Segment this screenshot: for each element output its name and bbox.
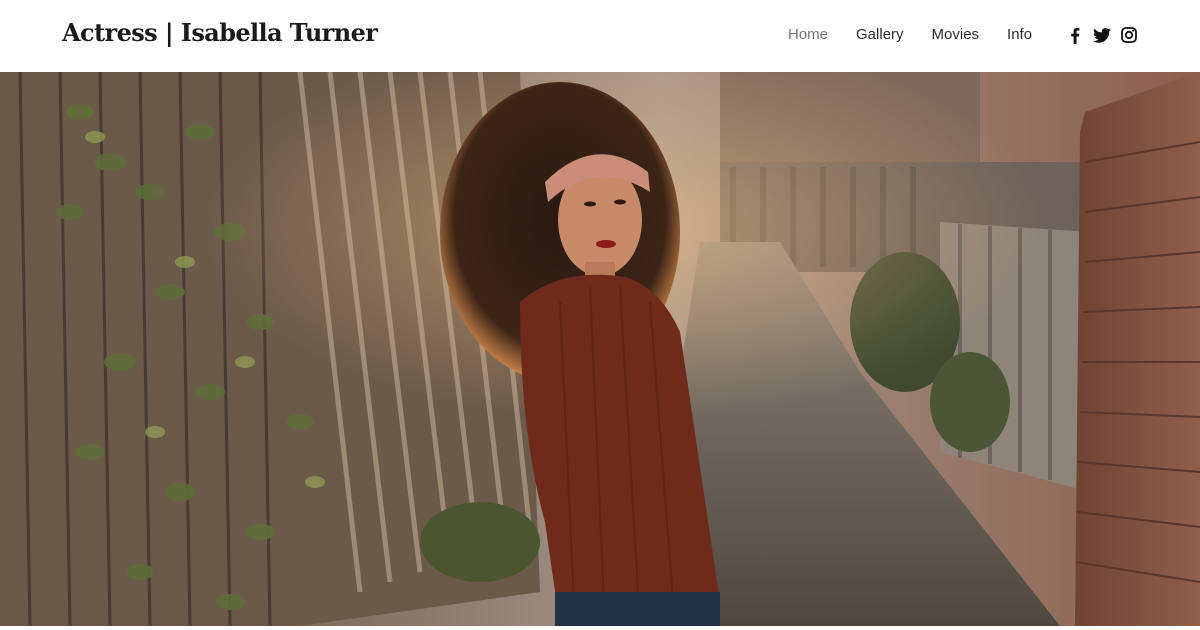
nav-movies[interactable]: Movies: [932, 26, 980, 43]
main-nav: Home Gallery Movies Info: [788, 26, 1060, 43]
nav-gallery[interactable]: Gallery: [856, 26, 904, 43]
facebook-icon[interactable]: [1066, 26, 1084, 44]
bottom-strip: [0, 626, 1200, 630]
social-links: [1066, 26, 1147, 44]
twitter-icon[interactable]: [1093, 26, 1111, 44]
instagram-icon[interactable]: [1120, 26, 1138, 44]
hero-photo: [0, 72, 1200, 626]
nav-info[interactable]: Info: [1007, 26, 1032, 43]
site-title[interactable]: Actress | Isabella Turner: [62, 18, 378, 47]
nav-home[interactable]: Home: [788, 26, 828, 43]
hero-image: [0, 72, 1200, 626]
site-header: Actress | Isabella Turner Home Gallery M…: [0, 0, 1200, 72]
